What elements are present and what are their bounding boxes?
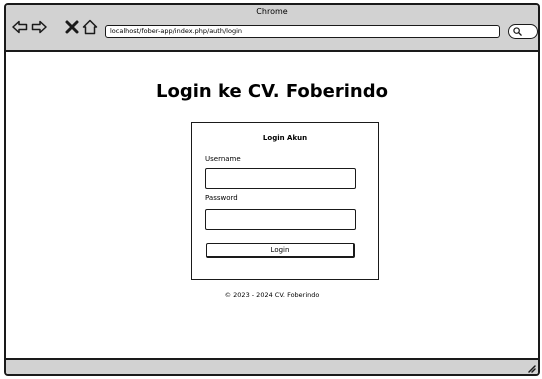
browser-window: Chrome localhost/fober-app/index.php/aut… (4, 3, 540, 376)
card-title: Login Akun (262, 134, 308, 142)
username-label: Username (205, 155, 241, 163)
browser-titlebar: Chrome localhost/fober-app/index.php/aut… (6, 5, 538, 52)
search-icon (513, 27, 522, 36)
close-icon[interactable] (64, 19, 80, 35)
search-box[interactable] (508, 24, 538, 39)
username-field[interactable] (205, 168, 356, 189)
page-content: Login ke CV. Foberindo Login Akun Userna… (6, 52, 538, 358)
footer-copyright: © 2023 - 2024 CV. Foberindo (224, 291, 320, 299)
resize-grip-icon[interactable] (526, 363, 536, 373)
back-arrow-icon[interactable] (12, 19, 28, 35)
page-title: Login ke CV. Foberindo (156, 81, 388, 102)
address-bar[interactable]: localhost/fober-app/index.php/auth/login (105, 25, 500, 38)
password-label: Password (205, 194, 238, 202)
login-button[interactable]: Login (206, 243, 355, 258)
login-card: Login Akun Username Password Login (191, 122, 379, 280)
status-bar (6, 358, 538, 374)
home-icon[interactable] (82, 19, 98, 35)
forward-arrow-icon[interactable] (31, 19, 47, 35)
password-field[interactable] (205, 209, 356, 230)
window-title: Chrome (256, 7, 288, 16)
